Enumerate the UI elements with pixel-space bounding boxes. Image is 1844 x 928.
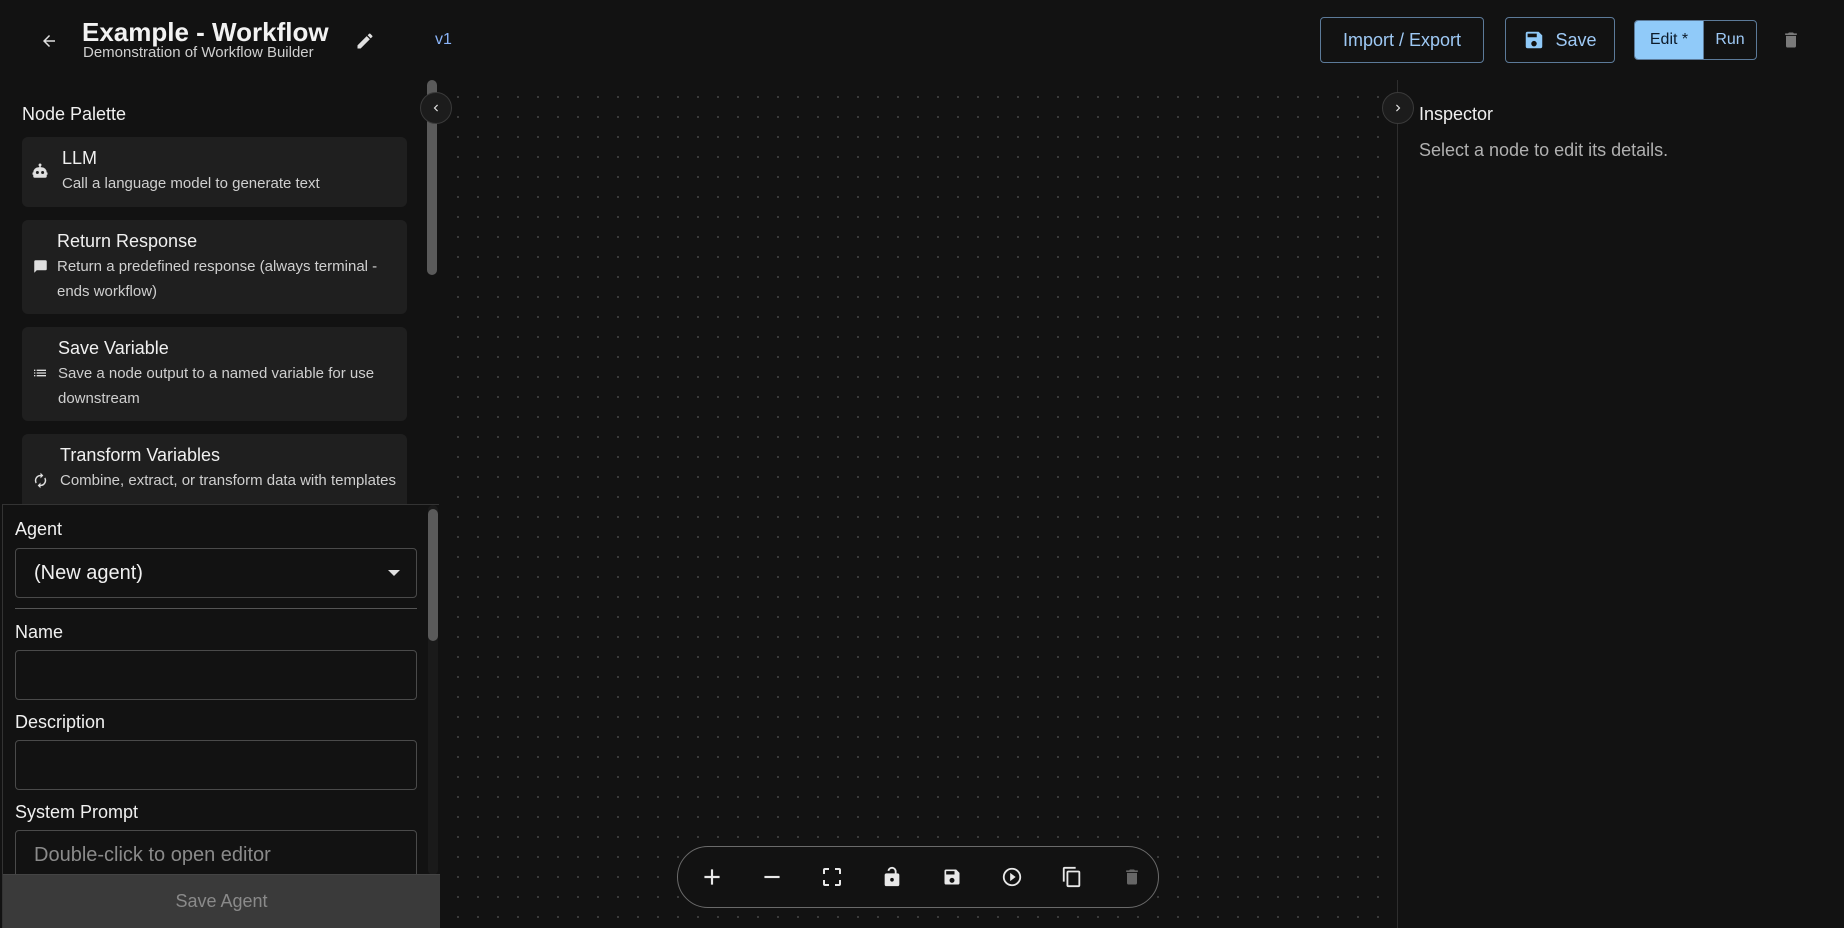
name-label: Name	[15, 622, 64, 642]
node-title: Save Variable	[58, 338, 169, 358]
palette-node-transform-variables[interactable]: Transform Variables Combine, extract, or…	[22, 434, 407, 505]
node-description: Combine, extract, or transform data with…	[60, 472, 396, 489]
workflow-canvas[interactable]	[440, 80, 1395, 928]
save-button[interactable]: Save	[1505, 17, 1615, 63]
agent-select[interactable]: (New agent)	[15, 548, 417, 598]
back-button[interactable]	[36, 28, 62, 54]
refresh-icon	[30, 470, 50, 490]
node-title: Return Response	[57, 231, 198, 251]
chevron-right-icon	[1396, 104, 1401, 112]
run-button[interactable]	[996, 861, 1028, 893]
play-icon	[1002, 867, 1022, 887]
workflow-subtitle: Demonstration of Workflow Builder	[83, 44, 314, 61]
fit-view-button[interactable]	[816, 861, 848, 893]
fit-view-icon	[823, 868, 841, 886]
node-description: Call a language model to generate text	[62, 175, 320, 192]
mode-run-button[interactable]: Run	[1703, 21, 1756, 59]
description-label: Description	[15, 712, 106, 732]
node-palette: Node Palette LLM Call a language model t…	[0, 80, 426, 505]
palette-node-return-response[interactable]: Return Response Return a predefined resp…	[22, 220, 407, 314]
arrow-back-icon	[43, 35, 55, 47]
collapse-palette-button[interactable]	[420, 92, 452, 124]
mode-edit-button[interactable]: Edit *	[1635, 21, 1703, 59]
node-title: Transform Variables	[60, 445, 221, 465]
lock-icon	[884, 866, 900, 887]
chevron-down-icon	[388, 570, 400, 576]
mode-toggle: Edit * Run	[1634, 20, 1757, 60]
divider	[15, 608, 417, 609]
pencil-icon	[357, 33, 373, 49]
save-workflow-button[interactable]	[936, 861, 968, 893]
app-header: Example - Workflow Demonstration of Work…	[0, 0, 1844, 80]
canvas-toolbar	[677, 846, 1159, 908]
zoom-out-button[interactable]	[756, 861, 788, 893]
system-prompt-label: System Prompt	[15, 802, 139, 822]
import-export-button[interactable]: Import / Export	[1320, 17, 1484, 63]
zoom-in-button[interactable]	[696, 861, 728, 893]
name-input[interactable]	[15, 650, 417, 700]
chat-icon	[30, 256, 50, 276]
description-input[interactable]	[15, 740, 417, 790]
save-label: Save	[1555, 29, 1597, 50]
agent-select-value: (New agent)	[34, 561, 143, 584]
chevron-left-icon	[433, 104, 438, 112]
copy-button[interactable]	[1056, 861, 1088, 893]
save-icon	[944, 869, 960, 885]
delete-icon	[1126, 869, 1138, 885]
delete-workflow-button[interactable]	[1778, 26, 1804, 54]
inspector-panel: Inspector Select a node to edit its deta…	[1397, 80, 1844, 928]
zoom-out-icon	[764, 875, 780, 879]
delete-node-button[interactable]	[1116, 861, 1148, 893]
inspector-title: Inspector	[1419, 104, 1494, 124]
palette-node-llm[interactable]: LLM Call a language model to generate te…	[22, 137, 407, 207]
edit-title-button[interactable]	[352, 28, 378, 54]
copy-icon	[1062, 866, 1081, 888]
save-agent-button[interactable]: Save Agent	[3, 874, 440, 928]
import-export-label: Import / Export	[1342, 29, 1462, 50]
agent-label: Agent	[15, 519, 63, 539]
inspector-hint: Select a node to edit its details.	[1419, 140, 1669, 160]
trash-icon	[1785, 32, 1797, 48]
palette-title: Node Palette	[22, 104, 127, 124]
collapse-inspector-button[interactable]	[1382, 92, 1414, 124]
agent-form-scrollbar-thumb[interactable]	[428, 509, 438, 641]
lock-button[interactable]	[876, 861, 908, 893]
node-description: Return a predefined response (always ter…	[57, 258, 378, 300]
robot-icon	[30, 161, 50, 181]
zoom-in-icon	[704, 869, 720, 885]
list-icon	[30, 363, 50, 383]
node-title: LLM	[62, 148, 98, 168]
agent-form-panel: Agent (New agent) Name Description Syste…	[2, 504, 440, 928]
system-prompt-input[interactable]	[15, 830, 417, 880]
node-description: Save a node output to a named variable f…	[58, 365, 375, 407]
version-badge[interactable]: v1	[435, 31, 452, 49]
palette-node-save-variable[interactable]: Save Variable Save a node output to a na…	[22, 327, 407, 421]
save-icon	[1526, 31, 1543, 49]
